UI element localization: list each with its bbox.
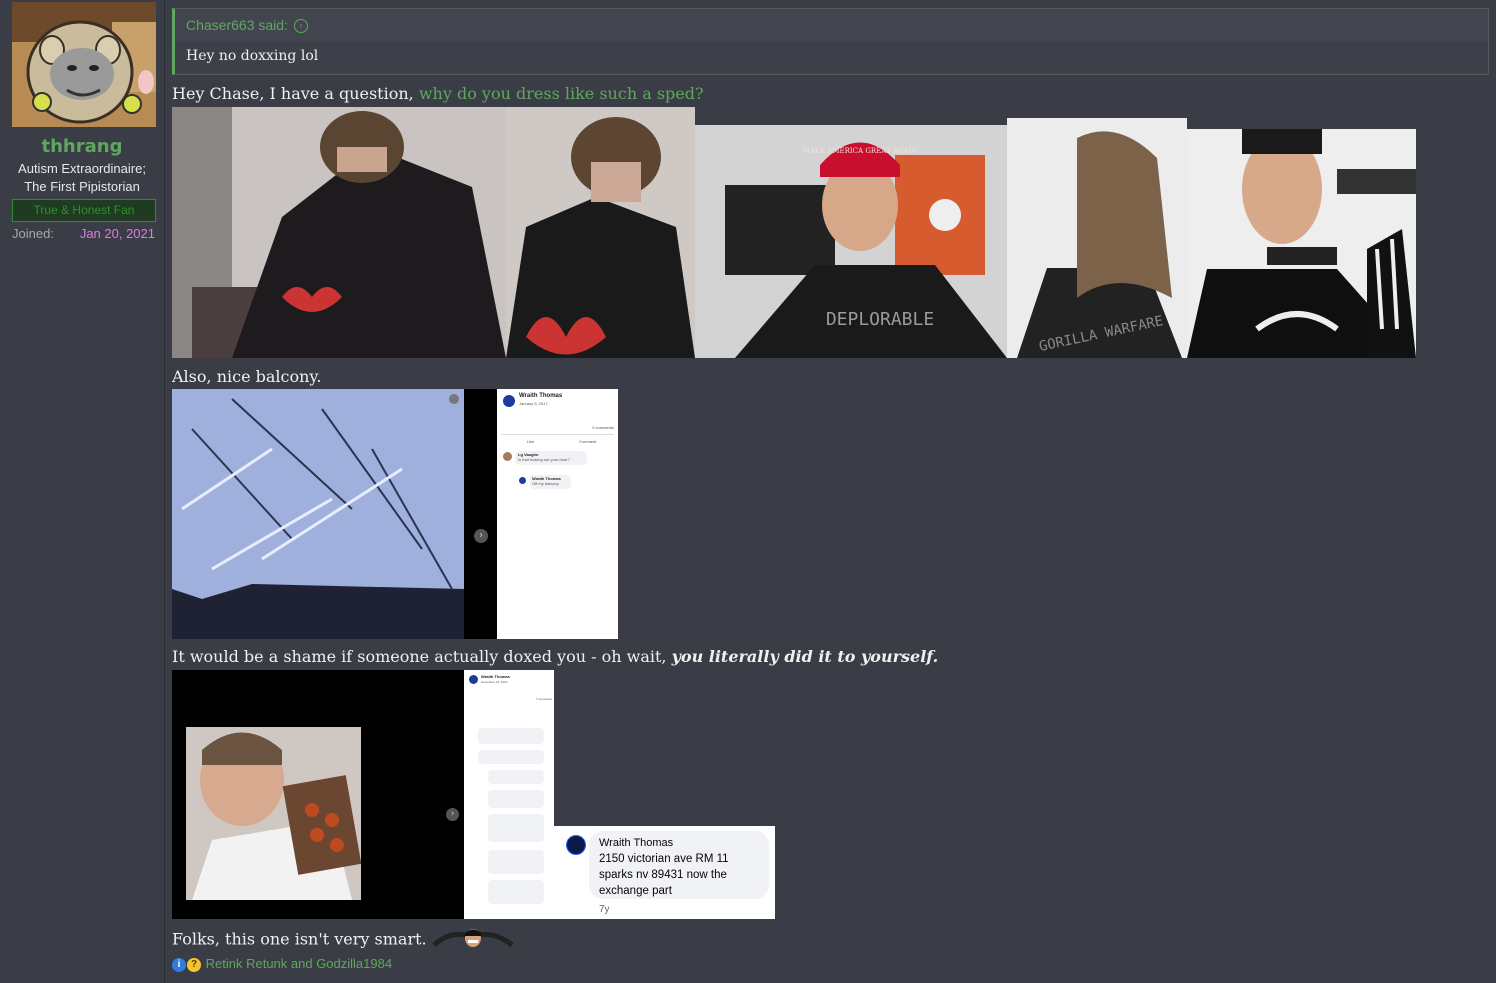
reaction-summary[interactable]: i? Retink Retunk and Godzilla1984 <box>172 956 392 972</box>
address-line-3: exchange part <box>599 885 672 897</box>
divider <box>501 434 614 435</box>
shirt-text-1: DEPLORABLE <box>826 309 934 330</box>
user-title-line1: Autism Extraordinaire; <box>18 161 146 176</box>
comment-bubble <box>488 770 544 784</box>
comment-bubble-2: Wraith Thomas Off my balcony <box>529 475 571 489</box>
laughing-emoji-icon <box>432 927 514 953</box>
photo-long-hair[interactable]: GORILLA WARFARE <box>1007 118 1187 358</box>
fb1-c1-text: Is that looking out your door? <box>518 457 570 462</box>
user-banner: True & Honest Fan <box>12 199 156 222</box>
fb2-date: November 14, 2019 <box>481 680 508 684</box>
post-line-4: Folks, this one isn't very smart. <box>172 927 514 953</box>
post-line-2: Also, nice balcony. <box>172 367 322 386</box>
reply-avatar <box>519 477 526 484</box>
comment-bubble-1: Lg Vaughn Is that looking out your door? <box>515 451 587 465</box>
fb1-comment[interactable]: Comment <box>579 439 596 444</box>
comment-bubble <box>478 728 544 744</box>
informative-icon: i <box>172 957 186 972</box>
thinking-icon: ? <box>187 957 201 972</box>
commenter-avatar <box>503 452 512 461</box>
reaction-users[interactable]: Retink Retunk and Godzilla1984 <box>206 956 392 971</box>
user-title-line2: The First Pipistorian <box>24 179 140 194</box>
photo-skeleton-glove[interactable] <box>1187 129 1416 358</box>
fb1-like[interactable]: Like <box>527 439 534 444</box>
photo-cloak-2[interactable] <box>506 107 695 358</box>
address-time: 7y <box>599 904 610 915</box>
up-arrow-icon[interactable]: ↑ <box>293 19 308 34</box>
facebook-panel-1: Wraith Thomas January 5, 2017 2 comments… <box>497 389 618 639</box>
facebook-panel-2: Wraith Thomas November 14, 2019 7 commen… <box>464 670 554 919</box>
joined-date: Jan 20, 2021 <box>79 226 155 241</box>
photo-cloak-1[interactable] <box>172 107 506 358</box>
comment-bubble <box>478 750 544 764</box>
post-body: Chaser663 said: ↑ Hey no doxxing lol Hey … <box>165 0 1496 983</box>
address-line-1: 2150 victorian ave RM 11 <box>599 853 729 865</box>
photo-maga-hat[interactable]: MAKE AMERICA GREAT AGAIN DEPLORABLE <box>695 125 1007 358</box>
post-line-3-emphasis: you literally did it to yourself. <box>671 647 939 666</box>
next-arrow-icon[interactable]: › <box>446 808 459 821</box>
address-comment-zoom[interactable]: Wraith Thomas 2150 victorian ave RM 11 s… <box>554 826 775 919</box>
profile-icon <box>503 395 515 407</box>
post-line-1-green: why do you dress like such a sped? <box>418 84 704 103</box>
joined-label: Joined: <box>12 226 54 241</box>
pizza-screenshot[interactable]: › <box>172 670 464 919</box>
fb2-name[interactable]: Wraith Thomas <box>481 674 510 679</box>
address-bubble: Wraith Thomas 2150 victorian ave RM 11 s… <box>589 831 769 899</box>
quote-header[interactable]: Chaser663 said: ↑ <box>175 9 1488 41</box>
post-line-3: It would be a shame if someone actually … <box>172 647 938 666</box>
address-line-2: sparks nv 89431 now the <box>599 869 727 881</box>
address-author[interactable]: Wraith Thomas <box>599 837 673 849</box>
fb1-comments[interactable]: 2 comments <box>592 425 614 430</box>
hat-text: MAKE AMERICA GREAT AGAIN <box>803 147 918 155</box>
comment-bubble <box>488 880 544 904</box>
post-line-1-text: Hey Chase, I have a question, <box>172 84 414 103</box>
fb1-name[interactable]: Wraith Thomas <box>519 393 562 399</box>
post-line-3-text: It would be a shame if someone actually … <box>172 647 667 666</box>
zoom-icon[interactable] <box>449 394 459 404</box>
post-line-4-text: Folks, this one isn't very smart. <box>172 929 427 949</box>
quote-text: Hey no doxxing lol <box>175 41 1488 73</box>
quote-block: Chaser663 said: ↑ Hey no doxxing lol <box>172 8 1489 75</box>
fb2-comments[interactable]: 7 comments <box>536 697 552 701</box>
comment-bubble <box>488 814 544 842</box>
comment-bubble <box>488 850 544 874</box>
profile-icon <box>566 835 586 855</box>
user-title: Autism Extraordinaire; The First Pipisto… <box>0 160 164 196</box>
profile-icon <box>469 675 478 684</box>
username[interactable]: thhrang <box>0 136 164 157</box>
user-panel: thhrang Autism Extraordinaire; The First… <box>0 0 165 983</box>
post-line-1: Hey Chase, I have a question, why do you… <box>172 84 704 103</box>
next-arrow-icon[interactable]: › <box>474 529 488 543</box>
quote-author[interactable]: Chaser663 said: <box>186 17 288 33</box>
comment-bubble <box>488 790 544 808</box>
fb1-c2-text: Off my balcony <box>532 481 559 486</box>
balcony-screenshot[interactable]: › Wraith Thomas January 5, 2017 2 commen… <box>172 389 618 639</box>
user-avatar[interactable] <box>12 2 156 127</box>
fb1-date: January 5, 2017 <box>519 401 548 406</box>
address-text: 2150 victorian ave RM 11 sparks nv 89431… <box>599 851 729 899</box>
